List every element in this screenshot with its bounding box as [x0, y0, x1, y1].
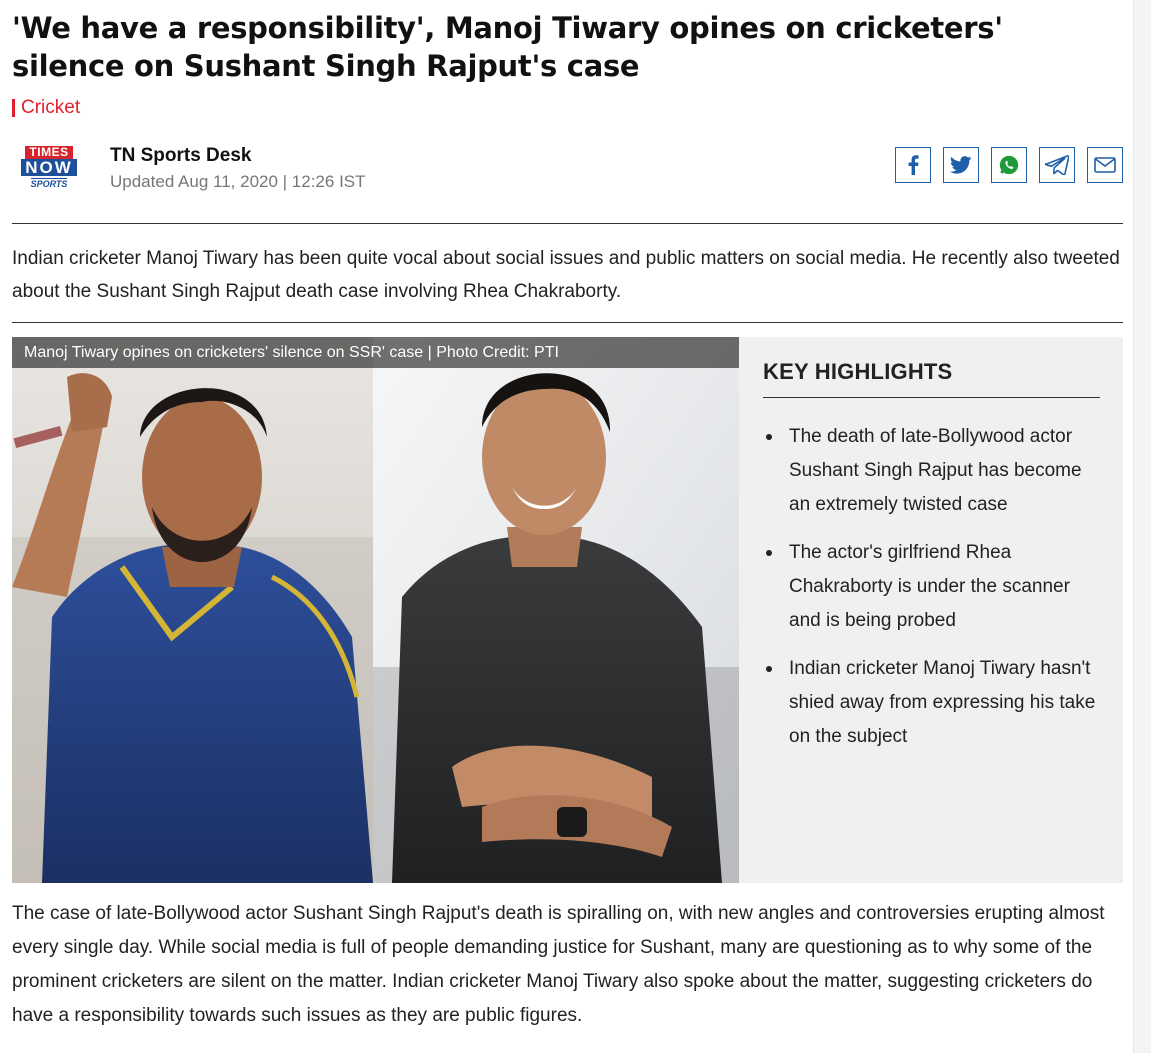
share-whatsapp-button[interactable]	[991, 147, 1027, 183]
article-headline: 'We have a responsibility', Manoj Tiwary…	[12, 11, 1003, 83]
email-icon	[1094, 157, 1116, 173]
category-label[interactable]: Cricket	[21, 97, 80, 119]
share-bar	[895, 147, 1123, 183]
whatsapp-icon	[999, 155, 1019, 175]
article-summary: Indian cricketer Manoj Tiwary has been q…	[12, 248, 1120, 302]
highlight-item: The death of late-Bollywood actor Sushan…	[763, 420, 1101, 522]
share-twitter-button[interactable]	[943, 147, 979, 183]
logo-line-now: NOW	[21, 158, 77, 176]
page-scrollbar[interactable]	[1133, 0, 1151, 1053]
key-highlights: KEY HIGHLIGHTS The death of late-Bollywo…	[739, 337, 1123, 883]
highlight-item: Indian cricketer Manoj Tiwary hasn't shi…	[763, 652, 1101, 754]
share-email-button[interactable]	[1087, 147, 1123, 183]
author-name[interactable]: TN Sports Desk	[110, 145, 366, 167]
author-block: TN Sports Desk Updated Aug 11, 2020 | 12…	[110, 139, 366, 192]
media-row: Manoj Tiwary opines on cricketers' silen…	[12, 337, 1123, 883]
article-photo[interactable]: Manoj Tiwary opines on cricketers' silen…	[12, 337, 739, 883]
share-facebook-button[interactable]	[895, 147, 931, 183]
updated-timestamp: Updated Aug 11, 2020 | 12:26 IST	[110, 172, 366, 191]
category-marker	[12, 99, 15, 117]
key-highlights-list: The death of late-Bollywood actor Sushan…	[763, 420, 1101, 754]
byline: TIMES NOW SPORTS TN Sports Desk Updated …	[12, 139, 1123, 209]
share-telegram-button[interactable]	[1039, 147, 1075, 183]
key-highlights-title: KEY HIGHLIGHTS	[763, 359, 1100, 398]
article: 'We have a responsibility', Manoj Tiwary…	[12, 0, 1123, 1033]
highlight-item: The actor's girlfriend Rhea Chakraborty …	[763, 536, 1101, 638]
twitter-icon	[950, 156, 972, 174]
photo-caption: Manoj Tiwary opines on cricketers' silen…	[12, 337, 739, 368]
facebook-icon	[908, 155, 919, 175]
logo-line-sports: SPORTS	[30, 177, 68, 189]
telegram-icon	[1045, 155, 1069, 175]
times-now-sports-logo[interactable]: TIMES NOW SPORTS	[12, 139, 86, 195]
logo-line-times: TIMES	[25, 145, 73, 159]
photo-illustration	[12, 337, 739, 883]
category-tag[interactable]: Cricket	[12, 95, 1123, 121]
article-body-paragraph: The case of late-Bollywood actor Sushant…	[12, 903, 1105, 1026]
divider-bottom	[12, 322, 1123, 323]
